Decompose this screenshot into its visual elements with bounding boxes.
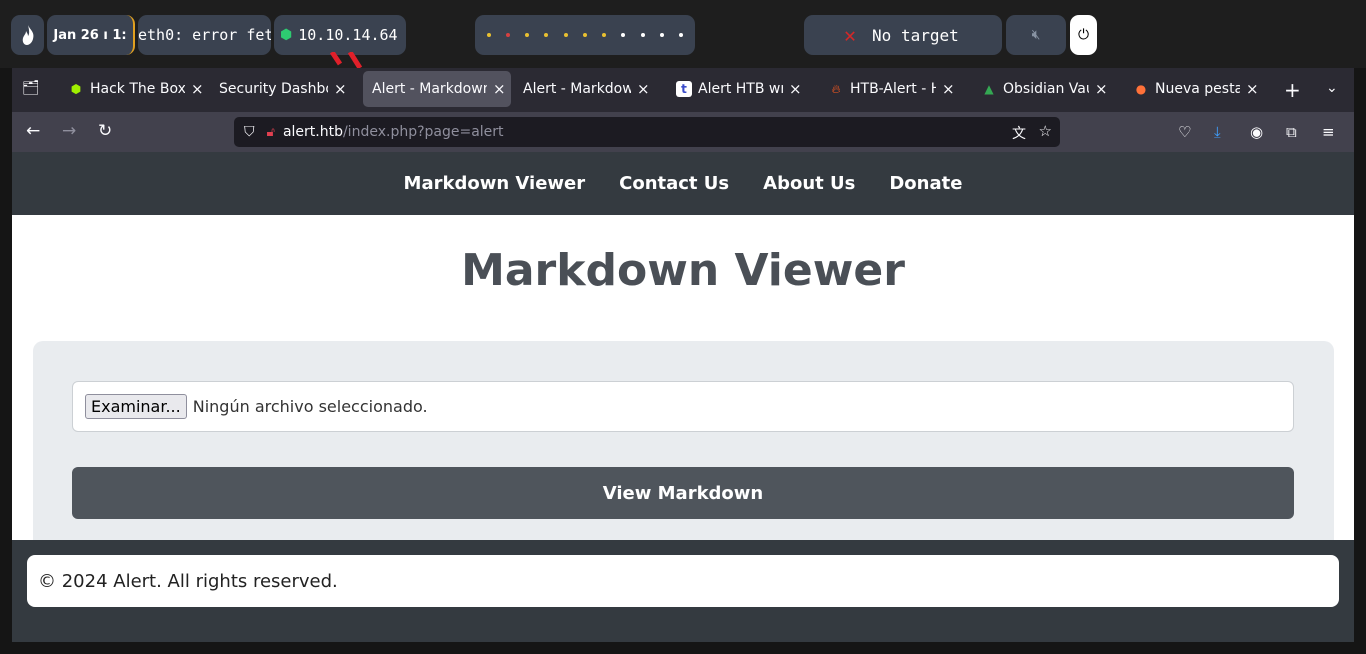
bookmark-star-icon[interactable]: ☆	[1039, 122, 1052, 140]
pocket-icon[interactable]: ♡	[1178, 123, 1191, 141]
site-navigation: Markdown Viewer Contact Us About Us Dona…	[12, 152, 1354, 215]
vpn-ip: 10.10.14.64	[298, 26, 398, 44]
tab-label: Security Dashboard	[219, 81, 328, 97]
mute-icon: 🔇︎	[1031, 27, 1041, 43]
tab-5[interactable]: t Alert HTB writeup ×	[667, 71, 807, 107]
tab-label: Obsidian Vault	[1003, 81, 1089, 97]
target-widget[interactable]: ✕ No target	[804, 15, 1002, 55]
tab-label: Hack The Box	[90, 81, 185, 97]
workspace-dot-9[interactable]	[640, 33, 645, 37]
tab-label: Nueva pestaña	[1155, 81, 1240, 97]
list-tabs-chevron-icon[interactable]: ⌄	[1326, 80, 1338, 96]
close-tab-icon[interactable]: ×	[334, 80, 347, 98]
workspace-dot-3[interactable]	[525, 33, 530, 37]
power-icon: ⏻	[1077, 27, 1090, 43]
tab-4[interactable]: Alert - Markdown ×	[514, 71, 655, 107]
desktop-top-bar: Jan 26 ı 1: eth0: error fetching ⬢ 10.10…	[0, 0, 1366, 68]
nav-donate[interactable]: Donate	[889, 173, 962, 194]
tab-6[interactable]: 🔥︎ HTB-Alert - HY ×	[819, 71, 960, 107]
volume-widget[interactable]: 🔇︎	[1006, 15, 1066, 55]
address-bar[interactable]: ⛉ 🔓︎ alert.htb/index.php?page=alert 文 ☆	[234, 117, 1060, 147]
tab-8[interactable]: ● Nueva pestaña ×	[1124, 71, 1264, 107]
workspace-dot-4[interactable]	[544, 33, 549, 37]
workspace-dot-7[interactable]	[602, 33, 607, 37]
navigation-toolbar: ← → ↻ ⛉ 🔓︎ alert.htb/index.php?page=aler…	[12, 112, 1354, 152]
workspace-dot-1[interactable]	[486, 33, 491, 37]
t-logo-icon: t	[676, 81, 692, 97]
extensions-icon[interactable]: ⧉	[1286, 123, 1297, 141]
clock-widget[interactable]: Jan 26 ı 1:	[47, 15, 135, 55]
close-tab-icon[interactable]: ×	[789, 80, 802, 98]
url-path: /index.php?page=alert	[342, 124, 504, 140]
file-input[interactable]: Examinar... Ningún archivo seleccionado.	[72, 381, 1294, 432]
tab-label: Alert - Markdown	[523, 81, 631, 97]
close-tab-icon[interactable]: ×	[493, 80, 506, 98]
browser-window: 🗂︎ ⬢Hack The Box×Security Dashboard×Aler…	[12, 68, 1354, 642]
network-status: eth0: error fetching	[138, 26, 271, 44]
upload-card: Examinar... Ningún archivo seleccionado.…	[33, 341, 1334, 540]
tab-2[interactable]: Security Dashboard ×	[210, 71, 352, 107]
forward-arrow-icon[interactable]: →	[62, 121, 76, 141]
workspace-dot-10[interactable]	[660, 33, 665, 37]
wallpaper-mark	[330, 52, 363, 68]
nav-about-us[interactable]: About Us	[763, 173, 855, 194]
firefox-icon: ●	[1135, 82, 1147, 96]
close-tab-icon[interactable]: ×	[191, 80, 204, 98]
workspace-dot-2[interactable]	[505, 33, 510, 37]
new-tab-button[interactable]: +	[1284, 78, 1301, 102]
footer-copyright: © 2024 Alert. All rights reserved.	[38, 570, 338, 592]
workspace-dot-8[interactable]	[621, 33, 626, 37]
target-text: No target	[872, 25, 959, 45]
workspace-dot-5[interactable]	[563, 33, 568, 37]
nav-markdown-viewer[interactable]: Markdown Viewer	[404, 173, 586, 194]
tab-7[interactable]: ▲ Obsidian Vault ×	[972, 71, 1113, 107]
workspaces-widget[interactable]	[475, 15, 695, 55]
vpn-ip-widget[interactable]: ⬢ 10.10.14.64	[274, 15, 406, 55]
htb-cube-icon: ⬢	[70, 82, 82, 96]
drive-icon: ▲	[984, 82, 994, 96]
close-tab-icon[interactable]: ×	[1095, 80, 1108, 98]
browse-file-button[interactable]: Examinar...	[85, 394, 187, 419]
tab-bar: 🗂︎ ⬢Hack The Box×Security Dashboard×Aler…	[12, 68, 1354, 112]
menu-hamburger-icon[interactable]: ≡	[1322, 123, 1335, 141]
flame-logo-icon	[22, 25, 33, 45]
footer-box: © 2024 Alert. All rights reserved.	[27, 555, 1339, 607]
url-host: alert.htb	[282, 124, 343, 140]
close-tab-icon[interactable]: ×	[942, 80, 955, 98]
workspace-dot-11[interactable]	[679, 33, 684, 37]
file-status: Ningún archivo seleccionado.	[192, 397, 428, 416]
account-icon[interactable]: ◉	[1250, 123, 1263, 141]
x-icon: ✕	[844, 23, 857, 47]
back-arrow-icon[interactable]: ←	[26, 121, 40, 141]
site-footer: © 2024 Alert. All rights reserved.	[12, 540, 1354, 642]
reload-icon[interactable]: ↻	[98, 121, 112, 141]
close-tab-icon[interactable]: ×	[1246, 80, 1259, 98]
shield-icon[interactable]: ⛉	[244, 124, 255, 140]
workspace-dot-6[interactable]	[582, 33, 587, 37]
translate-icon[interactable]: 文	[1012, 123, 1026, 143]
tab-overview-icon[interactable]: 🗂︎	[22, 80, 40, 96]
tab-label: Alert HTB writeup	[698, 81, 783, 97]
tab-1[interactable]: ⬢ Hack The Box ×	[59, 71, 209, 107]
network-widget[interactable]: eth0: error fetching	[138, 15, 271, 55]
flame-icon: 🔥︎	[831, 81, 841, 96]
view-markdown-button[interactable]: View Markdown	[72, 467, 1294, 519]
tab-3[interactable]: Alert - Markdown ×	[363, 71, 511, 107]
close-tab-icon[interactable]: ×	[637, 80, 650, 98]
power-button[interactable]: ⏻	[1070, 15, 1097, 55]
os-logo-button[interactable]	[11, 15, 44, 55]
tab-label: Alert - Markdown	[372, 81, 487, 97]
tab-label: HTB-Alert - HY	[850, 81, 936, 97]
downloads-icon[interactable]: ⤓	[1214, 123, 1221, 141]
cube-icon: ⬢	[280, 27, 293, 43]
page-title: Markdown Viewer	[461, 245, 905, 296]
insecure-lock-icon[interactable]: 🔓︎	[267, 125, 275, 140]
nav-contact-us[interactable]: Contact Us	[619, 173, 729, 194]
clock-text: Jan 26 ı 1:	[53, 27, 127, 43]
page-content: Markdown Viewer Examinar... Ningún archi…	[12, 215, 1354, 540]
